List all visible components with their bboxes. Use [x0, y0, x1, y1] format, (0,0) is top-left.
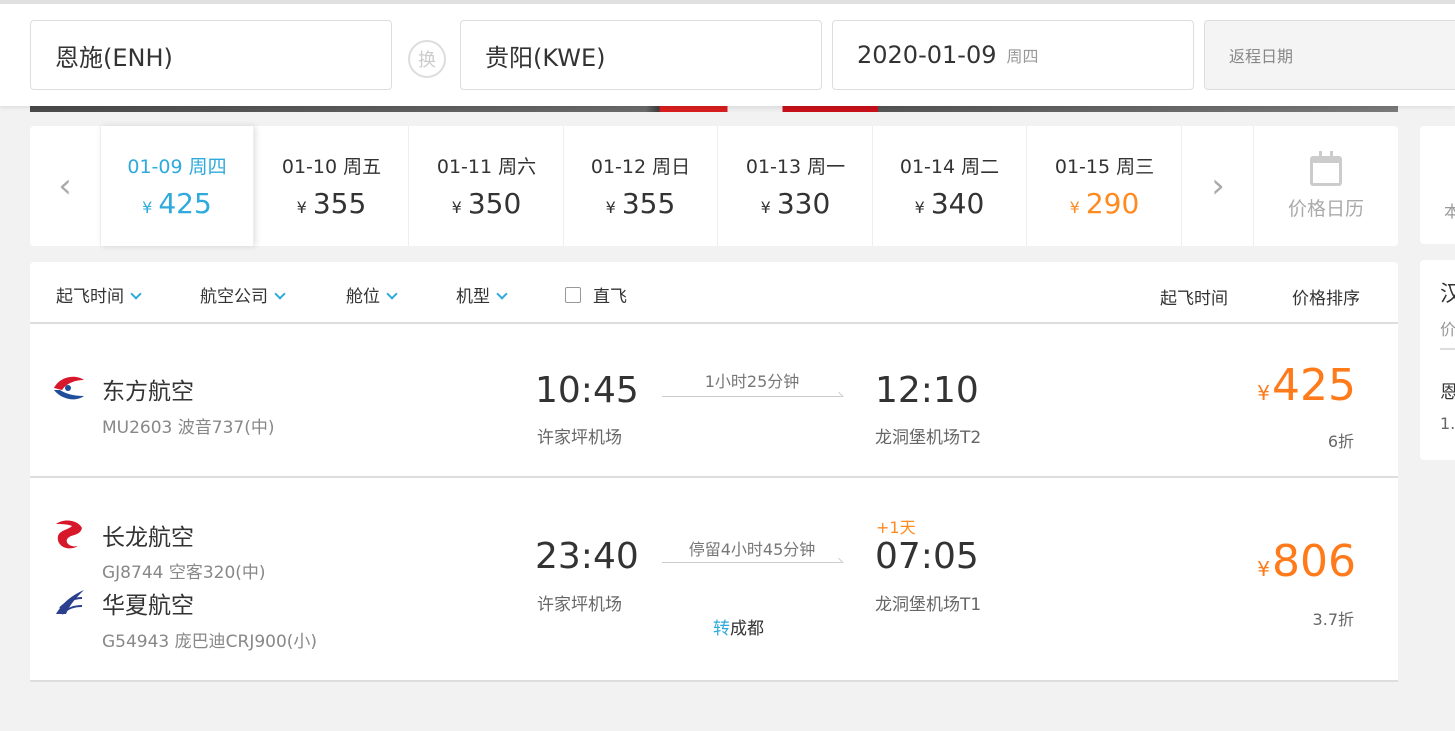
- direct-flight-toggle[interactable]: 直飞: [565, 282, 627, 307]
- side-box-city: 恩: [1440, 382, 1455, 403]
- date-strip: ‹ 01-09 周四 ¥425 01-10 周五 ¥355 01-11 周六 ¥…: [30, 126, 1398, 246]
- date-item-price: ¥340: [914, 187, 985, 220]
- side-box-subtitle: 价: [1440, 320, 1455, 339]
- departure-date-value: 2020-01-09: [857, 41, 997, 69]
- side-panel-top: 本: [1420, 126, 1455, 244]
- price-calendar-label: 价格日历: [1287, 198, 1364, 220]
- flight-price[interactable]: ¥806: [1257, 536, 1356, 587]
- date-item-price: ¥350: [451, 187, 522, 220]
- duration-arrow: [662, 396, 842, 397]
- airline-name: 长龙航空: [102, 525, 194, 551]
- filter-bar: 起飞时间 航空公司 舱位 机型 直飞 起飞时间 价格排序: [30, 262, 1398, 324]
- departure-date-field[interactable]: 2020-01-09 周四: [832, 20, 1194, 90]
- airline-name: 东方航空: [102, 379, 194, 405]
- date-item[interactable]: 01-15 周三 ¥290: [1028, 126, 1182, 246]
- flight-price[interactable]: ¥425: [1257, 360, 1356, 411]
- transfer-info: 转成都: [713, 619, 764, 639]
- prev-dates-chevron-icon[interactable]: ‹: [30, 126, 100, 246]
- flight-info: G54943 庞巴迪CRJ900(小): [102, 632, 318, 652]
- direct-flight-label: 直飞: [593, 287, 627, 307]
- china-eastern-logo-icon: [54, 376, 84, 400]
- date-item[interactable]: 01-11 周六 ¥350: [410, 126, 564, 246]
- date-item[interactable]: 01-09 周四 ¥425: [100, 126, 254, 246]
- flight-info: GJ8744 空客320(中): [102, 563, 266, 583]
- arrival-airport: 龙洞堡机场T1: [875, 595, 982, 615]
- side-box-value: 1.: [1440, 414, 1455, 433]
- filter-departure-time[interactable]: 起飞时间: [56, 282, 142, 307]
- date-item[interactable]: 01-10 周五 ¥355: [255, 126, 409, 246]
- departure-time: 10:45: [535, 370, 639, 411]
- price-discount: 3.7折: [1312, 610, 1354, 629]
- loong-air-logo-icon: [56, 520, 82, 549]
- flight-list: 起飞时间 航空公司 舱位 机型 直飞 起飞时间 价格排序 东方航空 MU2603…: [30, 262, 1398, 682]
- departure-weekday: 周四: [1006, 47, 1039, 66]
- date-item-price: ¥425: [142, 187, 212, 220]
- date-item-date: 01-12 周日: [590, 156, 691, 178]
- sort-price[interactable]: 价格排序: [1292, 284, 1360, 309]
- departure-airport: 许家坪机场: [537, 428, 622, 448]
- date-item-date: 01-10 周五: [281, 156, 382, 178]
- chevron-down-icon: [274, 288, 286, 300]
- flight-info: MU2603 波音737(中): [102, 418, 275, 438]
- flight-row[interactable]: 长龙航空 GJ8744 空客320(中) 华夏航空 G54943 庞巴迪CRJ9…: [30, 478, 1398, 682]
- date-item[interactable]: 01-13 周一 ¥330: [719, 126, 873, 246]
- departure-city-field[interactable]: 恩施(ENH): [30, 20, 392, 90]
- arrival-time: 12:10: [875, 370, 979, 411]
- date-item-price: ¥330: [760, 187, 831, 220]
- filter-cabin[interactable]: 舱位: [346, 282, 398, 307]
- side-box-divider: [1440, 348, 1455, 350]
- price-discount: 6折: [1327, 432, 1354, 451]
- filter-airline[interactable]: 航空公司: [200, 282, 286, 307]
- chevron-down-icon: [130, 288, 142, 300]
- flight-row[interactable]: 东方航空 MU2603 波音737(中) 10:45 许家坪机场 1小时25分钟…: [30, 324, 1398, 478]
- departure-airport: 许家坪机场: [537, 595, 622, 615]
- search-bar: 恩施(ENH) 换 贵阳(KWE) 2020-01-09 周四 返程日期: [0, 0, 1455, 106]
- airline-name: 华夏航空: [102, 593, 194, 619]
- arrival-airport: 龙洞堡机场T2: [875, 428, 982, 448]
- date-item-price: ¥355: [296, 187, 367, 220]
- date-item-price: ¥290: [1069, 187, 1140, 220]
- plus-day-badge: +1天: [876, 518, 916, 537]
- stopover-duration: 停留4小时45分钟: [688, 540, 816, 559]
- date-item-date: 01-14 周二: [899, 156, 1000, 178]
- date-item[interactable]: 01-14 周二 ¥340: [873, 126, 1027, 246]
- sort-departure-time[interactable]: 起飞时间: [1160, 284, 1228, 309]
- date-item-date: 01-15 周三: [1054, 156, 1155, 178]
- date-item-date: 01-09 周四: [127, 156, 227, 178]
- chevron-down-icon: [496, 288, 508, 300]
- side-panel-top-text: 本: [1444, 202, 1455, 221]
- date-item[interactable]: 01-12 周日 ¥355: [564, 126, 718, 246]
- date-item-date: 01-11 周六: [436, 156, 537, 178]
- direct-flight-checkbox[interactable]: [565, 286, 581, 303]
- arrival-time: 07:05: [875, 536, 979, 577]
- side-panel-box: 汉 价 恩 1.: [1420, 260, 1455, 460]
- chevron-down-icon: [386, 288, 398, 300]
- return-date-field[interactable]: 返程日期: [1204, 20, 1455, 90]
- flight-duration: 1小时25分钟: [704, 372, 800, 391]
- duration-arrow: [662, 562, 842, 563]
- departure-time: 23:40: [535, 536, 639, 577]
- filter-aircraft[interactable]: 机型: [456, 282, 508, 307]
- china-express-logo-icon: [56, 590, 84, 615]
- calendar-icon: [1310, 151, 1342, 186]
- next-dates-chevron-icon[interactable]: ›: [1183, 126, 1253, 246]
- date-item-date: 01-13 周一: [745, 156, 846, 178]
- date-item-price: ¥355: [605, 187, 676, 220]
- arrival-city-field[interactable]: 贵阳(KWE): [460, 20, 822, 90]
- side-box-title: 汉: [1440, 282, 1455, 307]
- swap-cities-button[interactable]: 换: [408, 40, 446, 78]
- price-calendar-button[interactable]: 价格日历: [1253, 126, 1398, 246]
